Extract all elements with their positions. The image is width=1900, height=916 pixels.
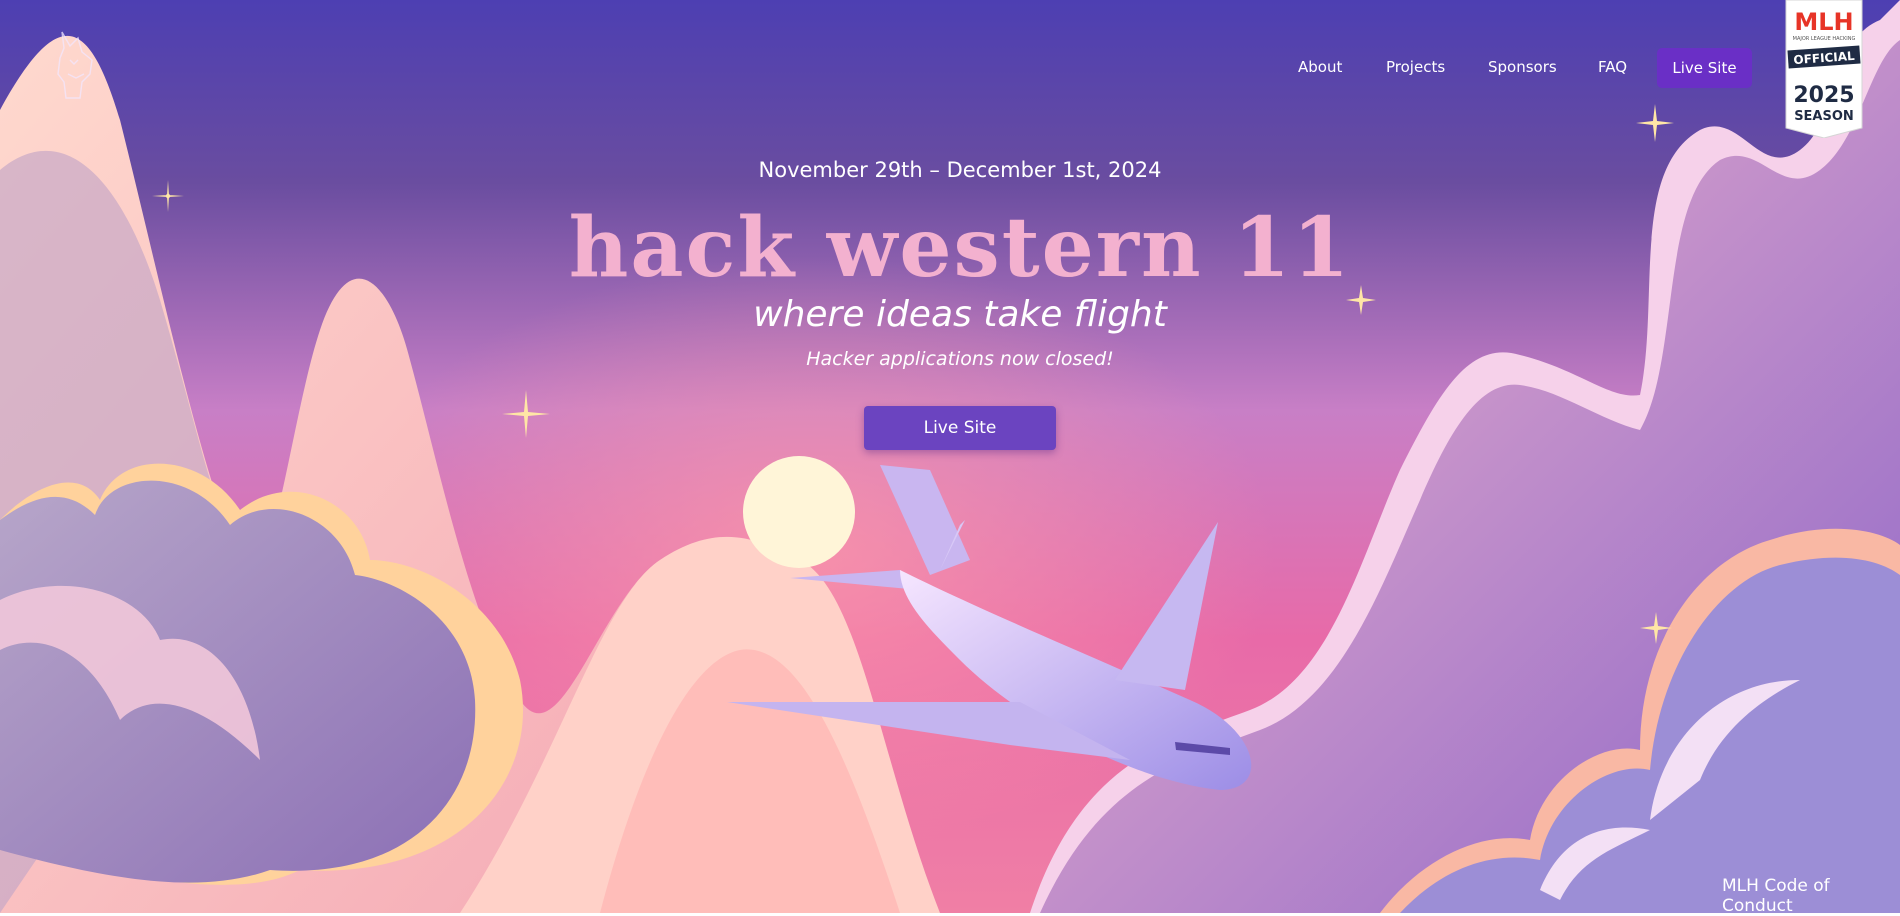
hero-background bbox=[0, 0, 1900, 913]
nav-live-site-button[interactable]: Live Site bbox=[1657, 48, 1752, 88]
badge-subtitle: MAJOR LEAGUE HACKING bbox=[1793, 36, 1856, 42]
event-date: November 29th – December 1st, 2024 bbox=[758, 158, 1162, 182]
nav-about[interactable]: About bbox=[1298, 58, 1342, 76]
mlh-code-of-conduct-link[interactable]: MLH Code of Conduct bbox=[1722, 876, 1900, 916]
nav-faq[interactable]: FAQ bbox=[1598, 58, 1627, 76]
sun-icon bbox=[743, 456, 855, 568]
badge-year: 2025 bbox=[1793, 83, 1854, 108]
page-title: hack western 11 bbox=[568, 200, 1352, 296]
badge-brand: MLH bbox=[1794, 8, 1853, 36]
live-site-button[interactable]: Live Site bbox=[864, 406, 1056, 450]
mlh-season-badge[interactable]: MLH MAJOR LEAGUE HACKING OFFICIAL 2025 S… bbox=[1784, 0, 1864, 138]
tagline: where ideas take flight bbox=[753, 294, 1167, 335]
nav-projects[interactable]: Projects bbox=[1386, 58, 1445, 76]
nav-sponsors[interactable]: Sponsors bbox=[1488, 58, 1557, 76]
badge-season: SEASON bbox=[1794, 109, 1854, 124]
application-status: Hacker applications now closed! bbox=[806, 348, 1114, 370]
top-nav: About Projects Sponsors FAQ Live Site bbox=[0, 48, 1900, 88]
